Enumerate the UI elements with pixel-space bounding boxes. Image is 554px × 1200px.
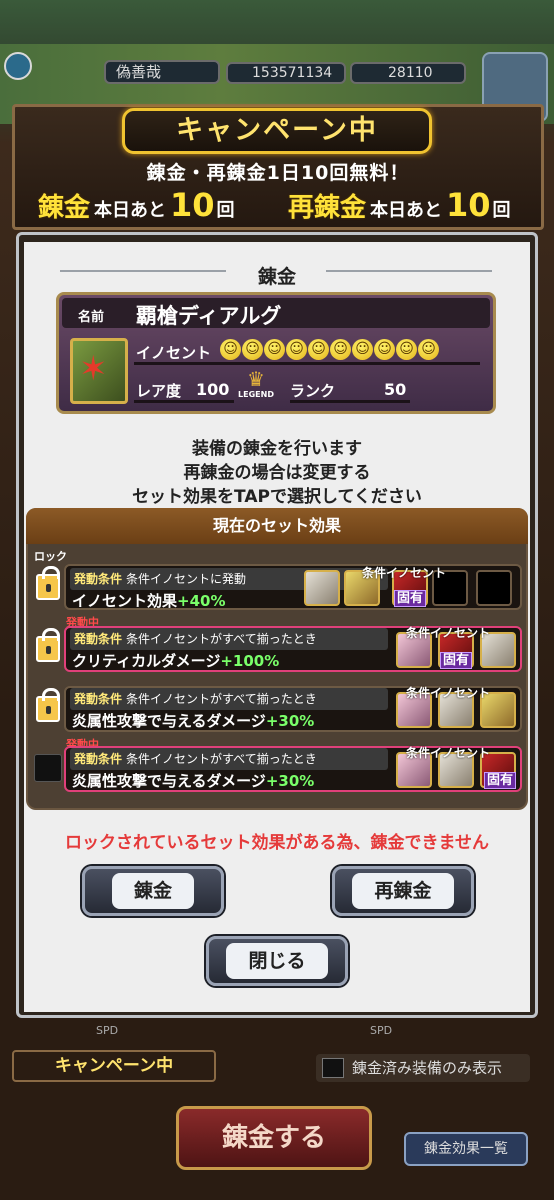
campaign-realchemy-label: 再錬金 [288,193,367,223]
description-line: 装備の錬金を行います [192,439,362,459]
description-line: セット効果をTAPで選択してください [132,487,422,507]
item-icon: ✶ [70,338,128,404]
checkbox-box[interactable] [322,1058,344,1078]
campaign-realchemy-number: 10 [446,186,491,224]
spd-label: SPD [96,1024,119,1037]
condition-box: 発動条件 条件イノセントがすべて揃ったとき [70,628,388,650]
rarity-underline [134,400,234,403]
filter-label: 錬金済み装備のみ表示 [352,1059,503,1077]
set-effects-header: 現在のセット効果 [26,508,528,544]
legend-text: LEGEND [238,390,274,399]
innocent-smile-icon: ☺ [286,339,307,360]
innocent-smile-icon: ☺ [374,339,395,360]
legend-badge: ♛ LEGEND [236,368,276,406]
slot-title: 条件イノセント [362,566,447,580]
gem-display: 28110 [350,62,466,84]
innocent-slots: ☺ ☺ ☺ ☺ ☺ ☺ ☺ ☺ ☺ ☺ [220,339,439,360]
effect-text: 炎属性攻撃で与えるダメージ+30% [72,772,315,790]
bottom-campaign-label: キャンペーン中 [12,1050,216,1082]
crown-icon: ♛ [247,367,265,391]
lock-icon[interactable] [36,628,60,662]
rarity-value: 100 [196,380,230,399]
innocent-smile-icon: ☺ [220,339,241,360]
dialog-title: 錬金 [257,266,296,288]
lock-icon[interactable] [36,688,60,722]
slot-title: 条件イノセント [406,746,491,760]
description-line: 再錬金の場合は変更する [183,463,371,483]
item-name-label: 名前 [78,310,105,325]
spd-label: SPD [370,1024,393,1037]
innocent-smile-icon: ☺ [396,339,417,360]
innocent-smile-icon: ☺ [330,339,351,360]
item-name: 覇槍ディアルグ [136,304,282,328]
campaign-title: キャンペーン中 [122,108,432,154]
rank-underline [290,400,410,403]
innocent-smile-icon: ☺ [242,339,263,360]
search-icon[interactable] [4,52,32,80]
filter-checkbox[interactable]: 錬金済み装備のみ表示 [316,1054,530,1082]
realchemy-button-label: 再錬金 [352,873,454,909]
do-alchemy-button[interactable]: 錬金する [176,1106,372,1170]
close-button[interactable]: 閉じる [206,936,348,986]
lock-column-label: ロック [34,550,67,563]
innocent-smile-icon: ☺ [352,339,373,360]
innocent-smile-icon: ☺ [418,339,439,360]
condition-box: 発動条件 条件イノセントがすべて揃ったとき [70,688,388,710]
innocent-underline [134,362,480,365]
alchemy-button[interactable]: 錬金 [82,866,224,916]
innocent-slot [304,570,340,606]
select-checkbox[interactable] [34,754,62,782]
effect-text: 炎属性攻撃で与えるダメージ+30% [72,712,315,730]
realchemy-button[interactable]: 再錬金 [332,866,474,916]
player-name: 偽善哉 [104,60,220,84]
innocent-label: イノセント [136,344,212,362]
condition-box: 発動条件 条件イノセントがすべて揃ったとき [70,748,388,770]
close-button-label: 閉じる [226,943,328,979]
warning-message: ロックされているセット効果がある為、錬金できません [65,833,489,853]
lock-icon[interactable] [36,566,60,600]
slot-title: 条件イノセント [406,626,491,640]
campaign-realchemy-count: 再錬金 本日あと 10 回 [288,186,511,226]
campaign-unit: 回 [492,200,511,221]
campaign-subtitle: 錬金・再錬金1日10回無料！ [146,162,410,184]
unique-badge: 固有 [440,652,473,669]
innocent-slot-empty [476,570,512,606]
innocent-smile-icon: ☺ [308,339,329,360]
innocent-smile-icon: ☺ [264,339,285,360]
spear-icon: ✶ [79,349,108,389]
unique-badge: 固有 [394,590,427,607]
campaign-remaining-text: 本日あと [94,200,167,221]
rarity-label: レア度 [136,382,182,400]
alchemy-button-label: 錬金 [111,873,194,909]
campaign-alchemy-label: 錬金 [38,193,91,223]
alchemy-effects-list-button[interactable]: 錬金効果一覧 [404,1132,528,1166]
condition-box: 発動条件 条件イノセントに発動 [70,568,388,590]
campaign-remaining-text: 本日あと [370,200,443,221]
unique-badge: 固有 [484,772,517,789]
money-display: 153571134 [226,62,346,84]
campaign-unit: 回 [216,200,235,221]
slot-title: 条件イノセント [406,686,491,700]
campaign-alchemy-count: 錬金 本日あと 10 回 [38,186,235,226]
rank-value: 50 [384,380,407,399]
effect-text: イノセント効果+40% [72,592,226,610]
rank-label: ランク [290,382,336,400]
campaign-alchemy-number: 10 [170,186,215,224]
effect-text: クリティカルダメージ+100% [72,652,280,670]
